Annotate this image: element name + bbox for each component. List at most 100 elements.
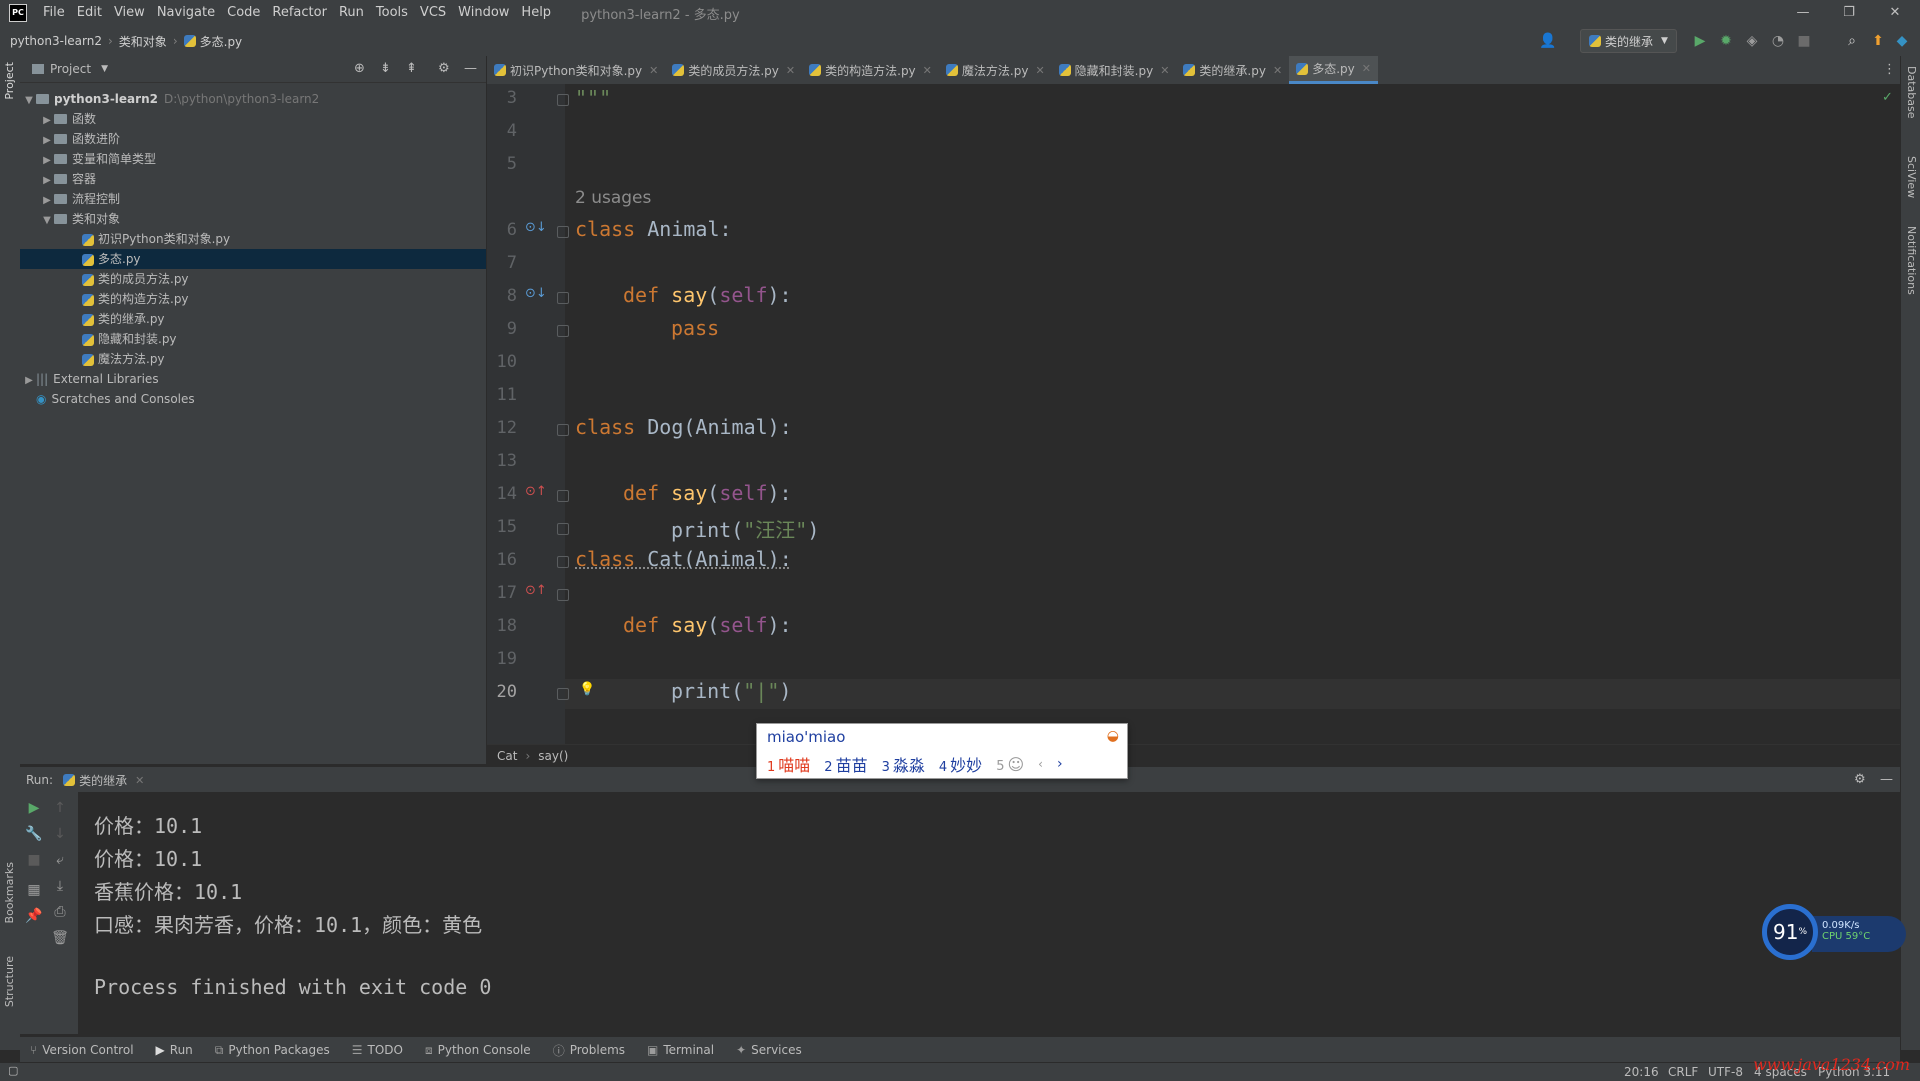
tree-file[interactable]: 类的构造方法.py (20, 289, 486, 309)
close-icon[interactable]: ✕ (1160, 64, 1169, 77)
ime-candidate[interactable]: 3 淼淼 (882, 752, 925, 776)
close-icon[interactable]: ✕ (1035, 64, 1044, 77)
wrench-icon[interactable]: 🔧 (24, 826, 44, 842)
tree-file[interactable]: 隐藏和封装.py (20, 329, 486, 349)
line-separator[interactable]: CRLF (1668, 1065, 1698, 1079)
sciview-tool-button[interactable]: SciView (1905, 156, 1918, 198)
project-view-title[interactable]: Project (50, 62, 91, 76)
minimize-button[interactable]: — (1780, 0, 1826, 26)
gear-icon[interactable]: ⚙ (438, 61, 450, 76)
soft-wrap-icon[interactable]: ⤶ (50, 852, 70, 868)
collapse-all-icon[interactable]: ⇞ (406, 61, 417, 76)
scroll-up-icon[interactable]: ↑ (50, 800, 70, 816)
ime-candidate[interactable]: 5 ☺ (996, 755, 1024, 774)
run-config-selector[interactable]: 类的继承 ▼ (1580, 29, 1677, 53)
tree-file[interactable]: 类的继承.py (20, 309, 486, 329)
lightbulb-icon[interactable]: 💡 (579, 682, 595, 697)
run-icon[interactable]: ▶ (1688, 29, 1712, 53)
fold-marker-icon[interactable] (557, 688, 569, 700)
user-icon[interactable]: 👤 (1536, 29, 1560, 53)
tree-folder[interactable]: ▼ 类和对象 (20, 209, 486, 229)
trash-icon[interactable]: 🗑 (50, 930, 70, 946)
tab-file[interactable]: 魔法方法.py ✕ (939, 56, 1052, 84)
implemented-icon[interactable]: ⊙↓ (525, 286, 547, 301)
database-tool-button[interactable]: Database (1905, 66, 1918, 119)
run-tab-label[interactable]: 类的继承 (79, 772, 127, 789)
menu-help[interactable]: Help (515, 0, 557, 26)
tab-python-console[interactable]: ⧈ Python Console (425, 1043, 531, 1058)
run-console[interactable]: 价格：10.1 价格：10.1 香蕉价格：10.1 口感：果肉芳香，价格：10.… (78, 792, 1900, 1034)
tab-file[interactable]: 初识Python类和对象.py ✕ (487, 56, 665, 84)
fold-marker-icon[interactable] (557, 94, 569, 106)
hide-panel-icon[interactable]: — (464, 61, 477, 76)
tree-file[interactable]: 初识Python类和对象.py (20, 229, 486, 249)
ime-candidate[interactable]: 2 苗苗 (824, 752, 867, 776)
breadcrumb-folder[interactable]: 类和对象 (119, 33, 167, 50)
fold-marker-icon[interactable] (557, 490, 569, 502)
breadcrumb-project[interactable]: python3-learn2 (10, 34, 102, 48)
tree-external-libraries[interactable]: ▶ ||| External Libraries (20, 369, 486, 389)
close-icon[interactable]: ✕ (923, 64, 932, 77)
implemented-icon[interactable]: ⊙↓ (525, 220, 547, 235)
ime-next-page-icon[interactable]: › (1057, 756, 1063, 772)
tree-folder[interactable]: ▶ 函数进阶 (20, 129, 486, 149)
coverage-icon[interactable]: ◈ (1740, 29, 1764, 53)
tree-folder[interactable]: ▶ 函数 (20, 109, 486, 129)
bookmarks-tool-button[interactable]: Bookmarks (3, 862, 16, 923)
close-icon[interactable]: ✕ (135, 774, 144, 787)
menu-edit[interactable]: Edit (71, 0, 108, 26)
tree-file[interactable]: 类的成员方法.py (20, 269, 486, 289)
locate-file-icon[interactable]: ⊕ (354, 61, 365, 76)
profile-icon[interactable]: ◔ (1766, 29, 1790, 53)
layout-icon[interactable]: ▦ (24, 882, 44, 898)
tab-file[interactable]: 隐藏和封装.py ✕ (1052, 56, 1177, 84)
stop-icon[interactable]: ■ (1792, 29, 1816, 53)
fold-marker-icon[interactable] (557, 556, 569, 568)
close-icon[interactable]: ✕ (1273, 64, 1282, 77)
scroll-down-icon[interactable]: ↓ (50, 826, 70, 842)
tab-file[interactable]: 类的构造方法.py ✕ (802, 56, 939, 84)
tree-folder[interactable]: ▶ 变量和简单类型 (20, 149, 486, 169)
tab-problems[interactable]: ⓘ Problems (553, 1042, 625, 1059)
breadcrumb-file[interactable]: 多态.py (200, 33, 243, 50)
breadcrumb-class[interactable]: Cat (497, 749, 517, 763)
usages-hint[interactable]: 2 usages (575, 188, 651, 208)
close-icon[interactable]: ✕ (786, 64, 795, 77)
menu-refactor[interactable]: Refactor (266, 0, 333, 26)
close-window-button[interactable]: ✕ (1872, 0, 1918, 26)
menu-vcs[interactable]: VCS (414, 0, 452, 26)
tree-folder[interactable]: ▶ 流程控制 (20, 189, 486, 209)
menu-window[interactable]: Window (452, 0, 515, 26)
menu-run[interactable]: Run (333, 0, 370, 26)
menu-code[interactable]: Code (221, 0, 266, 26)
tab-file[interactable]: 类的继承.py ✕ (1176, 56, 1289, 84)
search-icon[interactable]: ⌕ (1840, 29, 1864, 53)
pin-icon[interactable]: 📌 (24, 908, 44, 924)
overrides-icon[interactable]: ⊙↑ (525, 583, 547, 598)
scroll-to-end-icon[interactable]: ⤓ (50, 878, 70, 894)
fold-marker-icon[interactable] (557, 589, 569, 601)
menu-navigate[interactable]: Navigate (151, 0, 221, 26)
tree-folder[interactable]: ▶ 容器 (20, 169, 486, 189)
expand-all-icon[interactable]: ⇟ (380, 61, 391, 76)
restore-button[interactable]: ❐ (1826, 0, 1872, 26)
menu-file[interactable]: File (37, 0, 71, 26)
fold-marker-icon[interactable] (557, 424, 569, 436)
menu-tools[interactable]: Tools (370, 0, 414, 26)
ime-prev-page-icon[interactable]: ‹ (1038, 757, 1043, 771)
code-editor[interactable]: ✓ 3 4 5 6 7 8 9 10 11 12 13 14 15 16 17 … (487, 84, 1900, 744)
close-icon[interactable]: ✕ (649, 64, 658, 77)
print-icon[interactable]: ⎙ (50, 904, 70, 920)
ime-candidate[interactable]: 1 喵喵 (767, 752, 810, 776)
menu-view[interactable]: View (108, 0, 151, 26)
tree-file-selected[interactable]: 多态.py (20, 249, 486, 269)
tab-run[interactable]: ▶ Run (156, 1043, 193, 1057)
tree-scratches[interactable]: ◉ Scratches and Consoles (20, 389, 486, 409)
structure-tool-button[interactable]: Structure (3, 956, 16, 1007)
tab-version-control[interactable]: ⑂ Version Control (30, 1043, 134, 1057)
rerun-icon[interactable]: ▶ (24, 800, 44, 816)
close-icon[interactable]: ✕ (1362, 62, 1371, 75)
project-tool-button[interactable]: Project (3, 62, 16, 100)
file-encoding[interactable]: UTF-8 (1708, 1065, 1743, 1079)
fold-marker-icon[interactable] (557, 325, 569, 337)
